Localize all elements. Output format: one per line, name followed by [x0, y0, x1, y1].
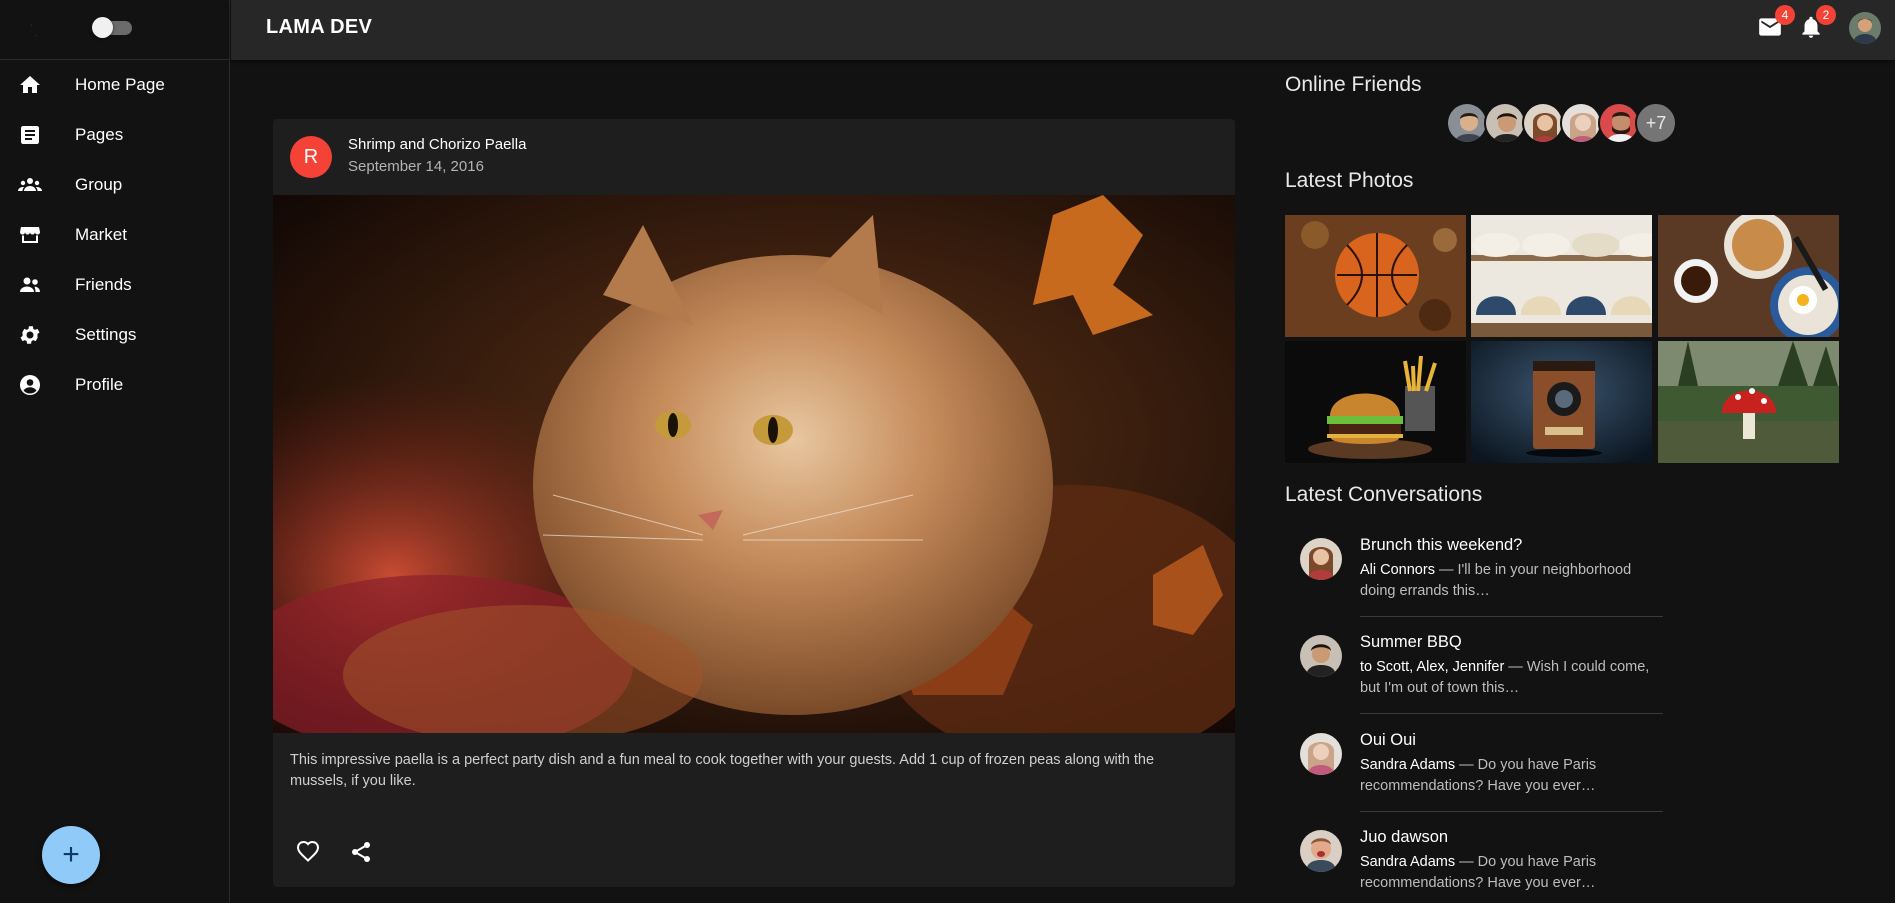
user-avatar[interactable]	[1849, 12, 1881, 44]
post-avatar: R	[290, 136, 332, 178]
divider	[1360, 713, 1663, 714]
groups-icon	[18, 178, 42, 191]
conversation-avatar	[1300, 635, 1342, 677]
photo-mushroom[interactable]	[1658, 341, 1839, 463]
conversation-title: Summer BBQ	[1360, 633, 1462, 651]
sidebar-item-label: Home Page	[75, 75, 165, 94]
conversation-sender: to Scott, Alex, Jennifer	[1360, 659, 1505, 675]
heart-icon[interactable]	[296, 840, 320, 864]
photo-burger[interactable]	[1285, 341, 1466, 463]
post-header: R Shrimp and Chorizo Paella September 14…	[273, 119, 1235, 195]
photo-hats[interactable]	[1471, 215, 1652, 337]
photo-basketball[interactable]	[1285, 215, 1466, 337]
mail-count-badge: 4	[1775, 5, 1795, 25]
conversation-preview: to Scott, Alex, Jennifer — Wish I could …	[1360, 657, 1660, 699]
gear-icon	[20, 326, 40, 344]
home-icon	[20, 76, 40, 93]
conversation-preview: Ali Connors — I'll be in your neighborho…	[1360, 560, 1660, 602]
friend-avatar[interactable]	[1484, 102, 1526, 144]
sidebar-item-label: Pages	[75, 125, 124, 144]
online-friends-title: Online Friends	[1285, 73, 1422, 96]
post-date: September 14, 2016	[348, 158, 484, 175]
app-title: LAMA DEV	[266, 16, 373, 38]
friend-avatar[interactable]	[1446, 102, 1488, 144]
sidebar: Home Page Pages Group Market Friends Set…	[0, 0, 230, 903]
conversation-sender: Sandra Adams	[1360, 854, 1456, 870]
sidebar-item-market[interactable]: Market	[0, 210, 229, 260]
post-title: Shrimp and Chorizo Paella	[348, 136, 527, 153]
conversation-avatar	[1300, 830, 1342, 872]
app-root: Home Page Pages Group Market Friends Set…	[0, 0, 1895, 903]
conversation-sender: Ali Connors	[1360, 562, 1435, 578]
add-icon: +	[62, 838, 80, 871]
sidebar-item-label: Group	[75, 175, 123, 194]
post-image	[273, 195, 1235, 775]
top-bar: LAMA DEV 4 2	[231, 0, 1895, 60]
sidebar-item-label: Friends	[75, 275, 132, 294]
notifications-button[interactable]: 2	[1798, 5, 1836, 40]
sidebar-header	[0, 0, 229, 60]
divider	[1360, 811, 1663, 812]
sidebar-item-pages[interactable]: Pages	[0, 110, 229, 160]
sidebar-item-friends[interactable]: Friends	[0, 260, 229, 310]
sidebar-item-label: Market	[75, 225, 127, 244]
storefront-icon	[20, 227, 40, 243]
conversation-title: Brunch this weekend?	[1360, 536, 1523, 554]
conversation-preview: Sandra Adams — Do you have Paris recomme…	[1360, 755, 1660, 797]
post-card: R Shrimp and Chorizo Paella September 14…	[273, 119, 1235, 887]
notification-count-badge: 2	[1816, 5, 1836, 25]
dark-mode-icon	[30, 19, 39, 37]
account-circle-icon	[20, 375, 40, 395]
friend-avatar[interactable]	[1522, 102, 1564, 144]
sidebar-item-home[interactable]: Home Page	[0, 60, 229, 110]
latest-photos-title: Latest Photos	[1285, 169, 1414, 192]
article-icon	[21, 126, 39, 144]
sidebar-item-label: Profile	[75, 375, 124, 394]
sidebar-item-group[interactable]: Group	[0, 160, 229, 210]
conversation-title: Juo dawson	[1360, 828, 1449, 846]
conversation-sender: Sandra Adams	[1360, 757, 1456, 773]
photo-camera[interactable]	[1471, 341, 1652, 463]
divider	[1360, 616, 1663, 617]
friend-avatar[interactable]	[1560, 102, 1602, 144]
add-button[interactable]: +	[42, 826, 100, 884]
latest-conversations-title: Latest Conversations	[1285, 483, 1483, 506]
conversation-avatar	[1300, 733, 1342, 775]
conversation-title: Oui Oui	[1360, 731, 1416, 749]
sidebar-item-settings[interactable]: Settings	[0, 310, 229, 360]
photo-breakfast[interactable]	[1658, 215, 1839, 337]
more-friends-badge[interactable]: +7	[1635, 102, 1677, 144]
share-icon[interactable]	[349, 840, 373, 864]
mail-button[interactable]: 4	[1757, 5, 1795, 40]
toggle-thumb	[92, 17, 113, 38]
people-icon	[20, 277, 40, 292]
sidebar-item-profile[interactable]: Profile	[0, 360, 229, 410]
friend-avatar[interactable]	[1598, 102, 1640, 144]
dark-mode-toggle[interactable]	[92, 17, 134, 38]
sidebar-item-label: Settings	[75, 325, 137, 344]
conversation-avatar	[1300, 538, 1342, 580]
sidebar-nav: Home Page Pages Group Market Friends Set…	[0, 60, 229, 410]
post-text: This impressive paella is a perfect part…	[290, 752, 1155, 789]
conversation-preview: Sandra Adams — Do you have Paris recomme…	[1360, 852, 1660, 894]
